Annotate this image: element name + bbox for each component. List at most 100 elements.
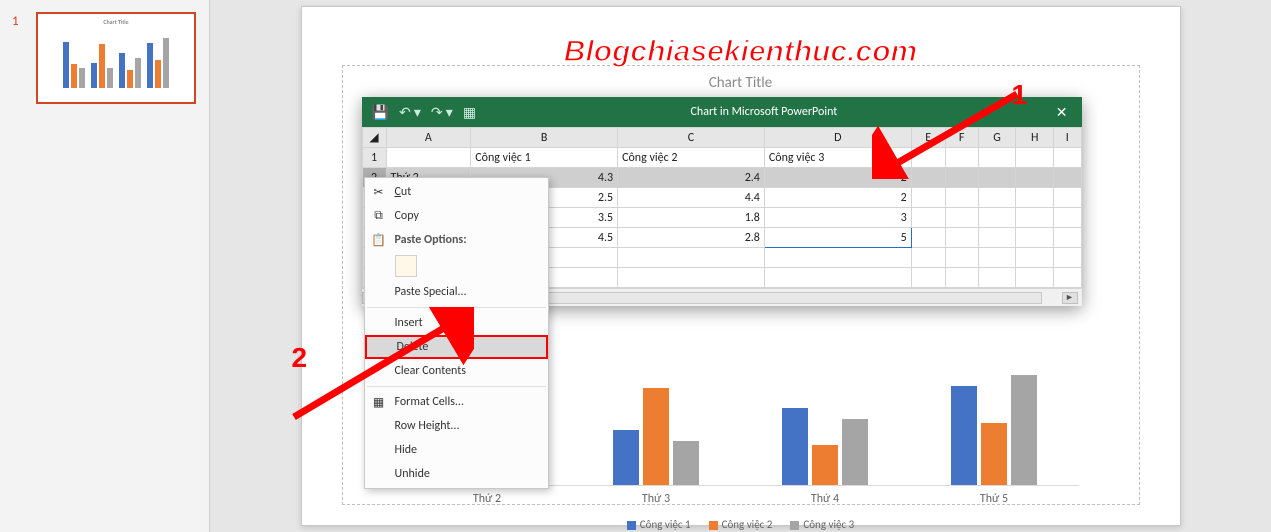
cell[interactable]	[1054, 168, 1082, 188]
clipboard-icon: 📋	[371, 232, 387, 248]
cell[interactable]	[911, 228, 945, 248]
cell[interactable]	[1054, 188, 1082, 208]
close-icon[interactable]: ✕	[1042, 104, 1082, 121]
cell[interactable]	[1016, 188, 1054, 208]
thumbnail-chart-preview	[42, 28, 190, 88]
select-all-cell[interactable]: ◢	[362, 128, 386, 148]
legend-item: Công việc 3	[790, 518, 854, 531]
paste-option-icon[interactable]	[395, 255, 417, 277]
cell[interactable]	[911, 148, 945, 168]
menu-hide[interactable]: Hide	[365, 438, 548, 462]
cell[interactable]	[618, 268, 765, 288]
slide-editor-area: Blogchiasekienthuc.com Chart Title Thứ 2…	[210, 0, 1271, 532]
datasheet-titlebar[interactable]: 💾 ↶ ▾ ↷ ▾ ▦ Chart in Microsoft PowerPoin…	[362, 97, 1082, 127]
cell[interactable]: 2.4	[618, 168, 765, 188]
cell[interactable]	[978, 248, 1016, 268]
cell[interactable]	[1016, 148, 1054, 168]
cell[interactable]	[1016, 168, 1054, 188]
slide-thumbnail-1[interactable]: Chart Title	[36, 12, 196, 104]
col-header[interactable]: E	[911, 128, 945, 148]
cell[interactable]	[978, 208, 1016, 228]
col-header[interactable]: D	[764, 128, 911, 148]
watermark-text: Blogchiasekienthuc.com	[564, 35, 917, 69]
cell[interactable]	[1054, 228, 1082, 248]
cat-label: Thứ 5	[980, 492, 1008, 506]
cell[interactable]	[978, 268, 1016, 288]
cell[interactable]	[764, 248, 911, 268]
cell[interactable]	[978, 188, 1016, 208]
cell[interactable]: 2.8	[618, 228, 765, 248]
redo-icon[interactable]: ↷ ▾	[431, 104, 453, 121]
cell[interactable]	[945, 208, 978, 228]
cell[interactable]	[911, 268, 945, 288]
bar-group-3	[782, 408, 868, 485]
cell[interactable]: 2	[764, 168, 911, 188]
annotation-badge-2: 2	[292, 342, 308, 374]
cell[interactable]	[911, 208, 945, 228]
menu-paste-special[interactable]: Paste Special...	[365, 280, 548, 304]
menu-row-height[interactable]: Row Height...	[365, 414, 548, 438]
slide-thumbnail-panel: 1 Chart Title	[0, 0, 210, 532]
cell[interactable]: Công việc 2	[618, 148, 765, 168]
col-header[interactable]: I	[1054, 128, 1082, 148]
menu-cut[interactable]: ✂Cut	[365, 180, 548, 204]
col-header[interactable]: H	[1016, 128, 1054, 148]
table-row[interactable]: 1 Công việc 1 Công việc 2 Công việc 3	[362, 148, 1081, 168]
col-header[interactable]: G	[978, 128, 1016, 148]
cell[interactable]	[1016, 208, 1054, 228]
cell[interactable]	[1054, 248, 1082, 268]
col-header[interactable]: A	[386, 128, 471, 148]
col-header[interactable]: C	[618, 128, 765, 148]
cell[interactable]	[1054, 268, 1082, 288]
slide-canvas[interactable]: Blogchiasekienthuc.com Chart Title Thứ 2…	[301, 6, 1181, 526]
cell[interactable]	[764, 268, 911, 288]
cell[interactable]	[945, 268, 978, 288]
cell[interactable]	[1054, 208, 1082, 228]
col-header[interactable]: B	[471, 128, 618, 148]
cell[interactable]	[911, 168, 945, 188]
cell[interactable]	[978, 228, 1016, 248]
menu-paste-options-label: 📋Paste Options:	[365, 228, 548, 252]
cell[interactable]	[945, 188, 978, 208]
cell[interactable]: Công việc 1	[471, 148, 618, 168]
menu-insert[interactable]: Insert	[365, 311, 548, 335]
col-header[interactable]: F	[945, 128, 978, 148]
menu-delete[interactable]: Delete	[365, 335, 548, 359]
save-icon[interactable]: 💾	[372, 104, 389, 121]
menu-copy[interactable]: ⧉Copy	[365, 204, 548, 228]
cell[interactable]	[945, 168, 978, 188]
cell[interactable]: Công việc 3	[764, 148, 911, 168]
cell[interactable]	[978, 168, 1016, 188]
scroll-right-icon[interactable]: ►	[1062, 292, 1078, 304]
cell[interactable]	[945, 248, 978, 268]
cell[interactable]	[978, 148, 1016, 168]
menu-clear-contents[interactable]: Clear Contents	[365, 359, 548, 383]
cell[interactable]: 4.4	[618, 188, 765, 208]
cell[interactable]: 3	[764, 208, 911, 228]
cell[interactable]	[618, 248, 765, 268]
chart-legend: Công việc 1 Công việc 2 Công việc 3	[403, 506, 1079, 531]
cell[interactable]	[1016, 248, 1054, 268]
row-header[interactable]: 1	[362, 148, 386, 168]
cell[interactable]: 1.8	[618, 208, 765, 228]
category-axis-labels: Thứ 2 Thứ 3 Thứ 4 Thứ 5	[403, 486, 1079, 506]
cell[interactable]	[1016, 228, 1054, 248]
cell[interactable]	[386, 148, 471, 168]
menu-separator	[367, 307, 546, 308]
cell[interactable]: 5	[764, 228, 911, 248]
cell[interactable]	[911, 248, 945, 268]
bar-group-4	[951, 375, 1037, 485]
cell[interactable]	[911, 188, 945, 208]
legend-item: Công việc 1	[627, 518, 691, 531]
undo-icon[interactable]: ↶ ▾	[399, 104, 421, 121]
grid-icon[interactable]: ▦	[463, 104, 476, 121]
menu-unhide[interactable]: Unhide	[365, 462, 548, 486]
cell[interactable]	[1054, 148, 1082, 168]
cell[interactable]	[1016, 268, 1054, 288]
thumbnail-chart-title: Chart Title	[42, 18, 190, 26]
cell[interactable]: 2	[764, 188, 911, 208]
column-header-row: ◢ A B C D E F G H I	[362, 128, 1081, 148]
menu-format-cells[interactable]: ▦Format Cells...	[365, 390, 548, 414]
cell[interactable]	[945, 228, 978, 248]
cell[interactable]	[945, 148, 978, 168]
